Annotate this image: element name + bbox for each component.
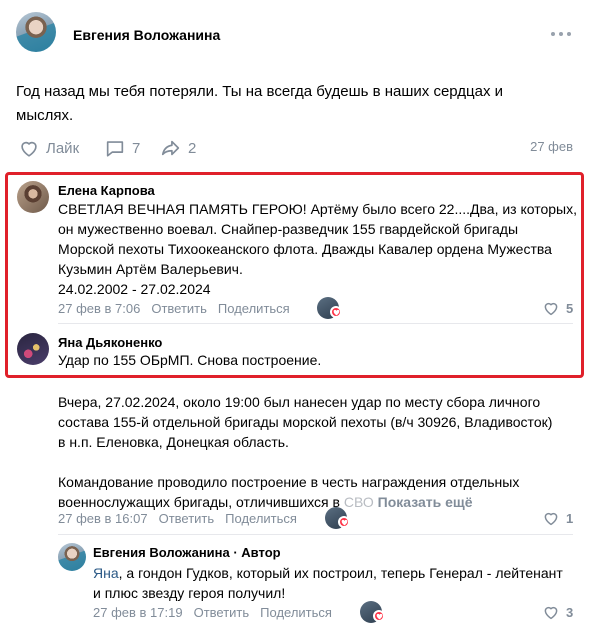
heart-outline-icon bbox=[544, 606, 558, 620]
reply-button[interactable]: Ответить bbox=[159, 511, 215, 526]
comment-text-line: он мужественно воевал. Снайпер-разведчик… bbox=[58, 221, 519, 237]
share-comment-button[interactable]: Поделиться bbox=[260, 605, 332, 620]
share-button[interactable]: 2 bbox=[160, 134, 196, 162]
comment-avatar[interactable] bbox=[58, 543, 86, 571]
post-date[interactable]: 27 фев bbox=[530, 139, 573, 154]
comments-button[interactable]: 7 bbox=[104, 134, 140, 162]
comment-divider bbox=[58, 534, 573, 535]
comment-avatar[interactable] bbox=[17, 333, 49, 365]
comment-text-line: Кузьмин Артём Валерьевич. bbox=[58, 261, 243, 277]
share-comment-button[interactable]: Поделиться bbox=[225, 511, 297, 526]
comment-date[interactable]: 27 фев в 17:19 bbox=[93, 605, 183, 620]
comment-text: Яна, а гондон Гудков, который их построи… bbox=[93, 563, 578, 603]
comment-author-name[interactable]: Елена Карпова bbox=[58, 183, 155, 198]
reply-button[interactable]: Ответить bbox=[194, 605, 250, 620]
comment-like-button[interactable]: 1 bbox=[542, 509, 573, 527]
comment-text-line: 24.02.2002 - 27.02.2024 bbox=[58, 281, 211, 297]
comment-date[interactable]: 27 фев в 7:06 bbox=[58, 301, 140, 316]
author-avatar[interactable] bbox=[16, 12, 56, 52]
comment-icon bbox=[106, 141, 124, 157]
comment-text-line: Командование проводило построение в чест… bbox=[58, 474, 520, 490]
share-comment-button[interactable]: Поделиться bbox=[218, 301, 290, 316]
post-header: Евгения Воложанина bbox=[16, 12, 577, 56]
shares-count: 2 bbox=[188, 139, 197, 157]
comment-text: СВЕТЛАЯ ВЕЧНАЯ ПАМЯТЬ ГЕРОЮ! Артёму было… bbox=[58, 199, 578, 299]
comment-author-name[interactable]: Евгения Воложанина · Автор bbox=[93, 545, 281, 560]
comment-text-line: Морской пехоты Тихоокеанского флота. Два… bbox=[58, 241, 552, 257]
more-horizontal-icon[interactable] bbox=[549, 26, 573, 42]
heart-filled-icon bbox=[330, 306, 342, 318]
comment-text-line: Вчера, 27.02.2024, около 19:00 был нанес… bbox=[58, 394, 541, 410]
comment-like-count: 1 bbox=[566, 510, 574, 526]
comment-like-count: 3 bbox=[566, 604, 574, 620]
post-actions: Лайк 7 2 27 фев bbox=[16, 134, 577, 162]
comment-text-last-line: военнослужащих бригады, отличившихся в С… bbox=[58, 494, 473, 510]
reply-button[interactable]: Ответить bbox=[151, 301, 207, 316]
comment-text-line: Яна, а гондон Гудков, который их построи… bbox=[93, 565, 563, 581]
like-label: Лайк bbox=[46, 139, 80, 157]
post-text: Год назад мы тебя потеряли. Ты на всегда… bbox=[16, 83, 504, 124]
comment-divider bbox=[58, 323, 573, 324]
comment-text-line: состава 155-й отдельной бригады морской … bbox=[58, 414, 553, 430]
comment-author-name[interactable]: Яна Дьяконенко bbox=[58, 335, 162, 350]
comment-like-button[interactable]: 3 bbox=[542, 603, 573, 621]
comment-meta: 27 фев в 17:19 Ответить Поделиться bbox=[93, 605, 332, 620]
comment-meta: 27 фев в 7:06 Ответить Поделиться bbox=[58, 301, 290, 316]
like-button[interactable]: Лайк bbox=[18, 134, 79, 162]
heart-filled-icon bbox=[338, 516, 350, 528]
show-more-button[interactable]: Показать ещё bbox=[378, 494, 473, 510]
heart-outline-icon bbox=[21, 141, 37, 157]
comment-text: Удар по 155 ОБрМП. Снова построение. bbox=[58, 352, 322, 368]
heart-outline-icon bbox=[544, 302, 558, 316]
comment-text-line: в н.п. Еленовка, Донецкая область. bbox=[58, 434, 289, 450]
reply-to-link[interactable]: Яна bbox=[93, 565, 119, 581]
comment-text-line: и плюс звезду героя получил! bbox=[93, 585, 286, 601]
share-arrow-icon bbox=[161, 140, 180, 156]
comments-count: 7 bbox=[132, 139, 141, 157]
comment-meta: 27 фев в 16:07 Ответить Поделиться bbox=[58, 511, 297, 526]
comment-like-button[interactable]: 5 bbox=[542, 299, 573, 317]
post-author-name[interactable]: Евгения Воложанина bbox=[73, 27, 220, 43]
heart-filled-icon bbox=[373, 610, 385, 622]
heart-outline-icon bbox=[544, 512, 558, 526]
comment-avatar[interactable] bbox=[17, 181, 49, 213]
comment-text-continued: Вчера, 27.02.2024, около 19:00 был нанес… bbox=[58, 392, 583, 512]
truncated-text: СВО bbox=[343, 494, 374, 510]
comment-like-count: 5 bbox=[566, 300, 574, 316]
comment-text-line: СВЕТЛАЯ ВЕЧНАЯ ПАМЯТЬ ГЕРОЮ! Артёму было… bbox=[58, 201, 578, 217]
comment-date[interactable]: 27 фев в 16:07 bbox=[58, 511, 148, 526]
